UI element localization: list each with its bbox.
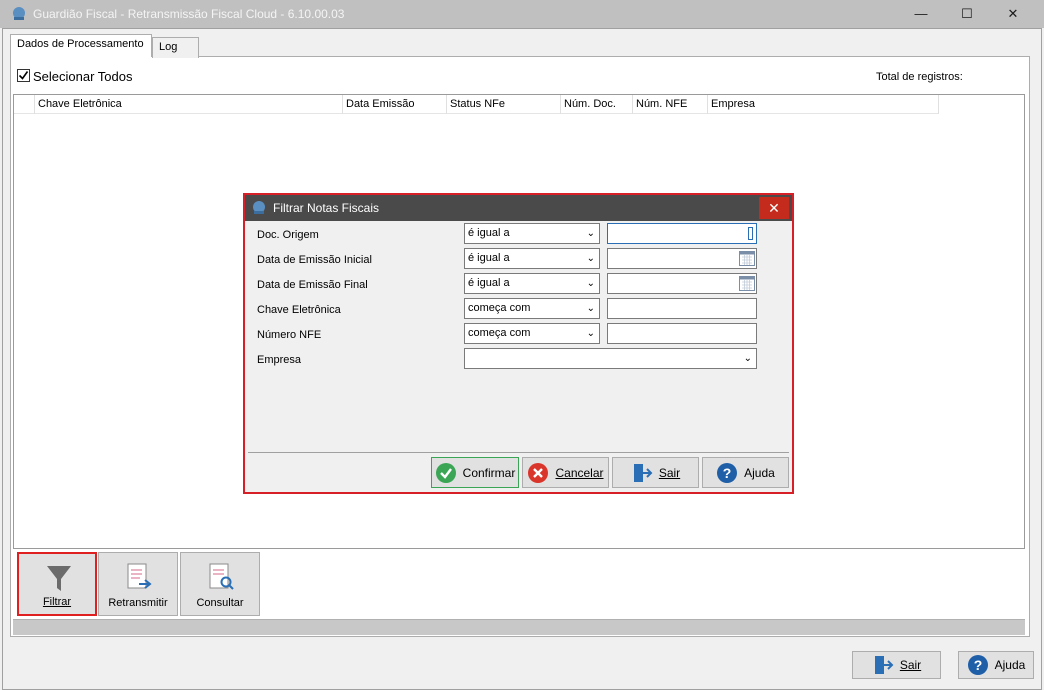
operator-select-numero-nfe[interactable]: começa com ⌄ — [464, 323, 600, 344]
field-label-chave: Chave Eletrônica — [257, 304, 341, 316]
chevron-down-icon: ⌄ — [586, 303, 595, 314]
operator-select-chave[interactable]: começa com ⌄ — [464, 298, 600, 319]
filtrar-label: Filtrar — [42, 596, 72, 608]
svg-text:?: ? — [723, 465, 732, 481]
retransmitir-label: Retransmitir — [108, 597, 168, 609]
consultar-label: Consultar — [196, 597, 244, 609]
dialog-ajuda-button[interactable]: ? Ajuda — [702, 457, 789, 488]
grid-indicator-column — [14, 95, 35, 114]
chevron-down-icon: ⌄ — [586, 228, 595, 239]
filtrar-button[interactable]: Filtrar — [17, 552, 97, 616]
dialog-ajuda-label: Ajuda — [744, 465, 775, 480]
checkmark-icon — [18, 71, 29, 80]
help-icon: ? — [717, 462, 738, 483]
check-circle-icon — [435, 462, 456, 483]
numero-nfe-input[interactable] — [607, 323, 757, 344]
help-icon: ? — [967, 655, 988, 675]
cancel-circle-icon — [528, 462, 549, 483]
filter-dialog: Filtrar Notas Fiscais ✕ Doc. Origem é ig… — [243, 193, 794, 494]
field-label-empresa: Empresa — [257, 354, 302, 366]
operator-select-data-inicial[interactable]: é igual a ⌄ — [464, 248, 600, 269]
operator-value: é igual a — [468, 252, 510, 264]
chave-input[interactable] — [607, 298, 757, 319]
operator-value: é igual a — [468, 227, 510, 239]
maximize-button[interactable]: ☐ — [944, 0, 990, 28]
column-header-num-doc[interactable]: Núm. Doc. — [561, 95, 633, 114]
cancelar-label: Cancelar — [555, 465, 604, 480]
dialog-separator — [248, 452, 789, 453]
select-all-checkbox[interactable] — [17, 69, 30, 82]
data-final-input[interactable] — [607, 273, 757, 294]
footer-ajuda-button[interactable]: ? Ajuda — [958, 651, 1034, 679]
chevron-down-icon: ⌄ — [743, 353, 752, 364]
text-cursor-icon — [748, 227, 753, 240]
retransmitir-button[interactable]: Retransmitir — [98, 552, 178, 616]
operator-value: é igual a — [468, 277, 510, 289]
field-label-data-inicial: Data de Emissão Inicial — [257, 254, 372, 266]
total-records-label: Total de registros: — [876, 71, 963, 83]
calendar-icon[interactable] — [739, 276, 755, 291]
cancelar-button[interactable]: Cancelar — [522, 457, 609, 488]
footer-ajuda-label: Ajuda — [994, 658, 1026, 672]
minimize-button[interactable]: — — [898, 0, 944, 28]
document-search-icon — [209, 563, 234, 590]
dialog-body: Doc. Origem é igual a ⌄ Data de Emissão I… — [248, 221, 789, 453]
data-inicial-input[interactable] — [607, 248, 757, 269]
select-all-label[interactable]: Selecionar Todos — [33, 69, 133, 84]
column-header-chave[interactable]: Chave Eletrônica — [35, 95, 343, 114]
app-logo-icon — [13, 7, 25, 20]
operator-select-doc-origem[interactable]: é igual a ⌄ — [464, 223, 600, 244]
footer-sair-label: Sair — [899, 658, 922, 672]
field-label-data-final: Data de Emissão Final — [257, 279, 368, 291]
column-header-num-nfe[interactable]: Núm. NFE — [633, 95, 708, 114]
tab-log[interactable]: Log — [152, 37, 199, 58]
operator-value: começa com — [468, 327, 531, 339]
calendar-icon[interactable] — [739, 251, 755, 266]
svg-text:?: ? — [973, 657, 982, 673]
document-send-icon — [127, 563, 152, 589]
chevron-down-icon: ⌄ — [586, 278, 595, 289]
column-header-status[interactable]: Status NFe — [447, 95, 561, 114]
dialog-close-button[interactable]: ✕ — [759, 197, 789, 219]
window-titlebar: Guardião Fiscal - Retransmissão Fiscal C… — [0, 0, 1044, 28]
doc-origem-input[interactable] — [607, 223, 757, 244]
dialog-title: Filtrar Notas Fiscais — [273, 201, 380, 215]
column-header-empresa[interactable]: Empresa — [708, 95, 939, 114]
dialog-sair-button[interactable]: Sair — [612, 457, 699, 488]
column-header-data-emissao[interactable]: Data Emissão — [343, 95, 447, 114]
dialog-titlebar: Filtrar Notas Fiscais ✕ — [245, 195, 792, 221]
field-label-doc-origem: Doc. Origem — [257, 229, 319, 241]
chevron-down-icon: ⌄ — [586, 253, 595, 264]
operator-select-data-final[interactable]: é igual a ⌄ — [464, 273, 600, 294]
window-title: Guardião Fiscal - Retransmissão Fiscal C… — [33, 7, 345, 21]
dialog-sair-label: Sair — [658, 465, 681, 480]
consultar-button[interactable]: Consultar — [180, 552, 260, 616]
status-bar — [13, 619, 1025, 635]
exit-door-icon — [633, 463, 653, 482]
operator-value: começa com — [468, 302, 531, 314]
empresa-select[interactable]: ⌄ — [464, 348, 757, 369]
close-window-button[interactable]: ✕ — [990, 0, 1036, 28]
funnel-icon — [47, 566, 71, 591]
grid-header: Chave Eletrônica Data Emissão Status NFe… — [14, 95, 939, 114]
app-logo-icon — [253, 201, 265, 214]
tab-dados-processamento[interactable]: Dados de Processamento — [10, 34, 152, 57]
field-label-numero-nfe: Número NFE — [257, 329, 322, 341]
exit-door-icon — [874, 656, 894, 674]
footer-sair-button[interactable]: Sair — [852, 651, 941, 679]
confirmar-button[interactable]: Confirmar — [431, 457, 519, 488]
confirmar-label: Confirmar — [462, 465, 516, 480]
chevron-down-icon: ⌄ — [586, 328, 595, 339]
